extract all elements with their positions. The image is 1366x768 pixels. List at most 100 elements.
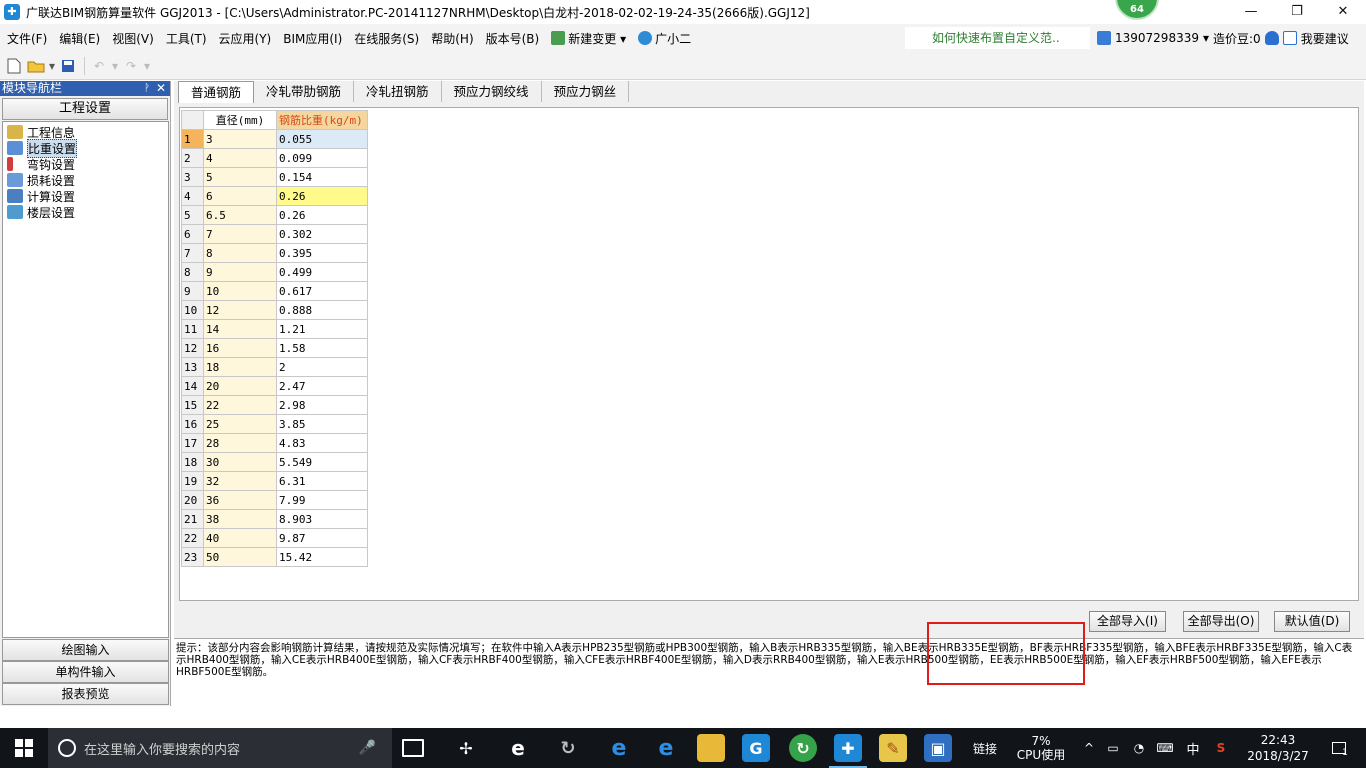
- table-row[interactable]: 13 18 2: [181, 357, 368, 377]
- row-number[interactable]: 13: [181, 357, 204, 377]
- table-row[interactable]: 12 16 1.58: [181, 338, 368, 358]
- table-row[interactable]: 4 6 0.26: [181, 186, 368, 206]
- diameter-cell[interactable]: 16: [203, 338, 277, 358]
- diameter-cell[interactable]: 25: [203, 414, 277, 434]
- ie-icon[interactable]: e: [652, 734, 680, 762]
- weight-cell[interactable]: 2.47: [276, 376, 368, 396]
- sogou-icon[interactable]: S: [1208, 728, 1234, 768]
- menu-bim[interactable]: BIM应用(I): [276, 30, 347, 47]
- diameter-cell[interactable]: 10: [203, 281, 277, 301]
- table-row[interactable]: 15 22 2.98: [181, 395, 368, 415]
- pinwheel-app-icon[interactable]: ✢: [452, 734, 480, 762]
- weight-cell[interactable]: 0.395: [276, 243, 368, 263]
- clock[interactable]: 22:43 2018/3/27: [1240, 728, 1316, 768]
- file-explorer-icon[interactable]: [697, 734, 725, 762]
- table-row[interactable]: 22 40 9.87: [181, 528, 368, 548]
- diameter-cell[interactable]: 22: [203, 395, 277, 415]
- row-number[interactable]: 10: [181, 300, 204, 320]
- default-button[interactable]: 默认值(D): [1274, 611, 1350, 632]
- weight-cell[interactable]: 7.99: [276, 490, 368, 510]
- row-number[interactable]: 17: [181, 433, 204, 453]
- weight-cell[interactable]: 1.58: [276, 338, 368, 358]
- diameter-cell[interactable]: 50: [203, 547, 277, 567]
- diameter-cell[interactable]: 40: [203, 528, 277, 548]
- table-row[interactable]: 2 4 0.099: [181, 148, 368, 168]
- table-row[interactable]: 11 14 1.21: [181, 319, 368, 339]
- chevron-down-icon[interactable]: ▾: [1203, 31, 1209, 45]
- microphone-icon[interactable]: 🎤: [359, 740, 376, 756]
- save-button[interactable]: [58, 56, 78, 76]
- new-change-menu[interactable]: 新建变更 ▾: [544, 30, 631, 47]
- redo-dropdown-button[interactable]: ▾: [143, 56, 151, 76]
- row-number[interactable]: 14: [181, 376, 204, 396]
- pin-icon[interactable]: ᚹ: [144, 81, 150, 96]
- diameter-cell[interactable]: 18: [203, 357, 277, 377]
- tab-prestressed-wire[interactable]: 预应力钢丝: [542, 81, 630, 102]
- new-file-button[interactable]: [4, 56, 24, 76]
- tree-item-calc[interactable]: 计算设置: [3, 188, 168, 204]
- weight-cell[interactable]: 0.617: [276, 281, 368, 301]
- diameter-cell[interactable]: 20: [203, 376, 277, 396]
- weight-cell[interactable]: 4.83: [276, 433, 368, 453]
- diameter-cell[interactable]: 5: [203, 167, 277, 187]
- weight-cell[interactable]: 6.31: [276, 471, 368, 491]
- weight-cell[interactable]: 1.21: [276, 319, 368, 339]
- diameter-cell[interactable]: 8: [203, 243, 277, 263]
- row-number[interactable]: 23: [181, 547, 204, 567]
- row-number[interactable]: 19: [181, 471, 204, 491]
- table-row[interactable]: 19 32 6.31: [181, 471, 368, 491]
- weight-cell[interactable]: 0.888: [276, 300, 368, 320]
- table-row[interactable]: 6 7 0.302: [181, 224, 368, 244]
- row-number[interactable]: 4: [181, 186, 204, 206]
- link-label[interactable]: 链接: [966, 728, 1004, 768]
- row-number[interactable]: 6: [181, 224, 204, 244]
- notes-app-icon[interactable]: ✎: [879, 734, 907, 762]
- row-number[interactable]: 2: [181, 148, 204, 168]
- ie-browser-icon[interactable]: e: [504, 734, 532, 762]
- bell-icon[interactable]: [1264, 31, 1279, 45]
- menu-version[interactable]: 版本号(B): [479, 30, 545, 47]
- weight-cell[interactable]: 2.98: [276, 395, 368, 415]
- weight-cell[interactable]: 9.87: [276, 528, 368, 548]
- tree-item-floor[interactable]: 楼层设置: [3, 204, 168, 220]
- user-phone[interactable]: 13907298339: [1115, 31, 1199, 45]
- close-button[interactable]: ✕: [1320, 0, 1366, 24]
- redo-button[interactable]: ↷: [121, 56, 141, 76]
- table-row[interactable]: 10 12 0.888: [181, 300, 368, 320]
- diameter-cell[interactable]: 9: [203, 262, 277, 282]
- open-file-button[interactable]: [26, 56, 46, 76]
- row-number[interactable]: 3: [181, 167, 204, 187]
- weight-cell[interactable]: 2: [276, 357, 368, 377]
- notification-center-icon[interactable]: 1: [1320, 728, 1360, 768]
- undo-dropdown-button[interactable]: ▾: [111, 56, 119, 76]
- table-row[interactable]: 5 6.5 0.26: [181, 205, 368, 225]
- nav-drawing-input[interactable]: 绘图输入: [2, 639, 169, 661]
- green-app-icon[interactable]: ↻: [789, 734, 817, 762]
- wifi-icon[interactable]: ◔: [1128, 728, 1150, 768]
- row-number[interactable]: 5: [181, 205, 204, 225]
- row-number[interactable]: 9: [181, 281, 204, 301]
- ggj-app-icon[interactable]: ✚: [834, 734, 862, 762]
- menu-file[interactable]: 文件(F): [0, 30, 52, 47]
- keyboard-icon[interactable]: ⌨: [1152, 728, 1178, 768]
- diameter-cell[interactable]: 6: [203, 186, 277, 206]
- row-number[interactable]: 20: [181, 490, 204, 510]
- tab-cold-rolled-twisted[interactable]: 冷轧扭钢筋: [354, 81, 442, 102]
- weight-cell[interactable]: 0.055: [276, 129, 368, 149]
- diameter-cell[interactable]: 12: [203, 300, 277, 320]
- tab-ordinary-rebar[interactable]: 普通钢筋: [178, 81, 255, 103]
- tree-item-hook[interactable]: 弯钩设置: [3, 156, 168, 172]
- menu-cloud[interactable]: 云应用(Y): [212, 30, 277, 47]
- table-row[interactable]: 18 30 5.549: [181, 452, 368, 472]
- chevron-up-icon[interactable]: ^: [1080, 728, 1098, 768]
- weight-cell[interactable]: 5.549: [276, 452, 368, 472]
- table-row[interactable]: 20 36 7.99: [181, 490, 368, 510]
- table-row[interactable]: 16 25 3.85: [181, 414, 368, 434]
- tree-item-loss[interactable]: 损耗设置: [3, 172, 168, 188]
- menu-edit[interactable]: 编辑(E): [52, 30, 105, 47]
- weight-cell[interactable]: 0.499: [276, 262, 368, 282]
- weight-cell[interactable]: 0.099: [276, 148, 368, 168]
- table-row[interactable]: 17 28 4.83: [181, 433, 368, 453]
- open-dropdown-button[interactable]: ▾: [48, 56, 56, 76]
- diameter-cell[interactable]: 32: [203, 471, 277, 491]
